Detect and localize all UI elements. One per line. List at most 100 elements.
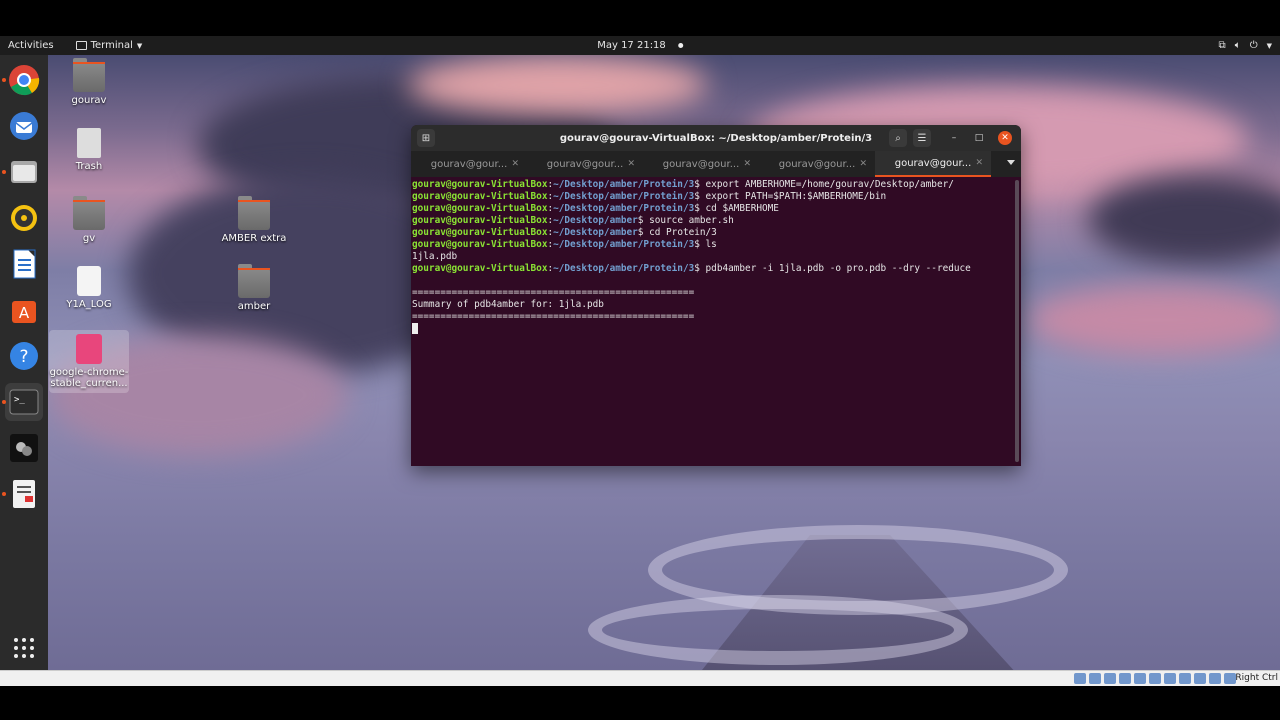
terminal-line: Summary of pdb4amber for: 1jla.pdb [412, 299, 604, 310]
running-indicator [2, 400, 6, 404]
trash-icon [77, 128, 101, 158]
app-menu[interactable]: Terminal ▼ [62, 40, 142, 51]
search-button[interactable]: ⌕ [889, 129, 907, 147]
tab-list-dropdown-icon[interactable] [1007, 160, 1015, 165]
minimize-button[interactable]: – [947, 131, 961, 145]
terminal-line: gourav@gourav-VirtualBox:~/Desktop/amber… [412, 215, 734, 226]
folder-icon [238, 196, 270, 230]
host-key-label: Right Ctrl [1235, 673, 1278, 683]
terminal-line: gourav@gourav-VirtualBox:~/Desktop/amber… [412, 227, 717, 238]
terminal-line: gourav@gourav-VirtualBox:~/Desktop/amber… [412, 191, 887, 202]
desktop-icon-label: gv [82, 233, 96, 244]
tab-close-icon[interactable]: ✕ [975, 158, 983, 168]
terminal-tab[interactable]: gourav@gour... ✕ [759, 151, 875, 177]
letterbox-top [0, 0, 1280, 36]
desktop-icon-label: Trash [75, 161, 103, 172]
volume-icon: 🔈︎ [1234, 40, 1241, 51]
show-applications-icon[interactable] [14, 638, 34, 658]
mouse-integration-icon[interactable] [1209, 673, 1221, 684]
desktop-icon-chrome-package[interactable]: google-chrome-stable_curren... [49, 330, 129, 393]
audio-icon[interactable] [1104, 673, 1116, 684]
terminal-line: ========================================… [412, 287, 695, 298]
search-icon: ⌕ [895, 132, 901, 144]
svg-text:>_: >_ [14, 395, 25, 405]
close-icon: ✕ [1001, 133, 1009, 143]
harddisk-icon[interactable] [1074, 673, 1086, 684]
shared-folder-icon[interactable] [1149, 673, 1161, 684]
files-icon [11, 161, 37, 183]
tab-close-icon[interactable]: ✕ [743, 159, 751, 169]
network-icon[interactable] [1119, 673, 1131, 684]
text-file-icon [77, 266, 101, 296]
terminal-icon [75, 41, 87, 50]
desktop-icon-label: amber [237, 301, 271, 312]
software-icon: A [12, 301, 36, 323]
clock[interactable]: May 17 21:18 [597, 40, 683, 51]
menu-button[interactable]: ☰ [913, 129, 931, 147]
running-indicator [2, 78, 6, 82]
tab-label: gourav@gour... [894, 157, 972, 169]
desktop-icon-amber[interactable]: amber [214, 264, 294, 312]
svg-text:A: A [19, 304, 30, 322]
tab-close-icon[interactable]: ✕ [511, 159, 519, 169]
recording-icon[interactable] [1179, 673, 1191, 684]
dock: A ? >_ [0, 55, 48, 670]
dock-writer[interactable] [5, 245, 43, 283]
terminal-tab-active[interactable]: gourav@gour... ✕ [875, 151, 991, 177]
desktop-icon-amber-extra[interactable]: AMBER extra [214, 196, 294, 244]
terminal-window[interactable]: ⊞ gourav@gourav-VirtualBox: ~/Desktop/am… [411, 125, 1021, 466]
vbox-device-icons [1074, 673, 1236, 684]
dock-rhythmbox[interactable] [5, 199, 43, 237]
maximize-button[interactable]: □ [972, 131, 986, 145]
activities-button[interactable]: Activities [0, 36, 62, 55]
desktop-icon-label: google-chrome-stable_curren... [49, 367, 129, 389]
display-icon[interactable] [1164, 673, 1176, 684]
dock-help[interactable]: ? [5, 337, 43, 375]
terminal-line: gourav@gourav-VirtualBox:~/Desktop/amber… [412, 263, 971, 274]
terminal-tab[interactable]: gourav@gour... ✕ [643, 151, 759, 177]
system-tray[interactable]: ⧉ 🔈︎ ⏻ ▼ [1219, 40, 1272, 51]
terminal-output[interactable]: gourav@gourav-VirtualBox:~/Desktop/amber… [411, 177, 1021, 336]
chrome-icon [9, 65, 40, 96]
tab-close-icon[interactable]: ✕ [627, 159, 635, 169]
optical-drive-icon[interactable] [1089, 673, 1101, 684]
scrollbar[interactable] [1015, 180, 1019, 462]
desktop-icon-y1a-log[interactable]: Y1A_LOG [49, 266, 129, 310]
cpu-icon[interactable] [1194, 673, 1206, 684]
help-icon: ? [10, 342, 38, 370]
tab-close-icon[interactable]: ✕ [859, 159, 867, 169]
terminal-tab[interactable]: gourav@gour... ✕ [527, 151, 643, 177]
document-viewer-icon [13, 480, 35, 508]
usb-icon[interactable] [1134, 673, 1146, 684]
terminal-line: gourav@gourav-VirtualBox:~/Desktop/amber… [412, 179, 954, 190]
chevron-down-icon: ▼ [1266, 41, 1272, 50]
dock-thunderbird[interactable] [5, 107, 43, 145]
terminal-line: gourav@gourav-VirtualBox:~/Desktop/amber… [412, 203, 779, 214]
dock-document-viewer[interactable] [2, 475, 43, 513]
desktop-icon-trash[interactable]: Trash [49, 128, 129, 172]
dock-app[interactable] [5, 429, 43, 467]
hamburger-menu-icon: ☰ [917, 132, 927, 144]
dock-terminal[interactable]: >_ [2, 383, 43, 421]
terminal-line: gourav@gourav-VirtualBox:~/Desktop/amber… [412, 239, 717, 250]
thunderbird-icon [10, 112, 38, 140]
terminal-titlebar[interactable]: ⊞ gourav@gourav-VirtualBox: ~/Desktop/am… [411, 125, 1021, 151]
terminal-tab[interactable]: gourav@gour... ✕ [411, 151, 527, 177]
top-panel: Activities Terminal ▼ May 17 21:18 ⧉ 🔈︎ … [0, 36, 1280, 55]
minimize-icon: – [951, 133, 957, 143]
dock-software[interactable]: A [5, 291, 43, 329]
dock-chrome[interactable] [2, 61, 43, 99]
desktop-icon-home[interactable]: gourav [49, 58, 129, 106]
power-icon: ⏻ [1249, 40, 1258, 51]
terminal-icon: >_ [9, 389, 39, 415]
close-button[interactable]: ✕ [998, 131, 1012, 145]
dock-files[interactable] [2, 153, 43, 191]
rhythmbox-icon [11, 205, 37, 231]
running-indicator [2, 170, 6, 174]
keyboard-icon[interactable] [1224, 673, 1236, 684]
desktop-icon-gv[interactable]: gv [49, 196, 129, 244]
letterbox-bottom [0, 686, 1280, 720]
notification-dot-icon [677, 43, 683, 48]
desktop-icon-label: Y1A_LOG [66, 299, 112, 310]
